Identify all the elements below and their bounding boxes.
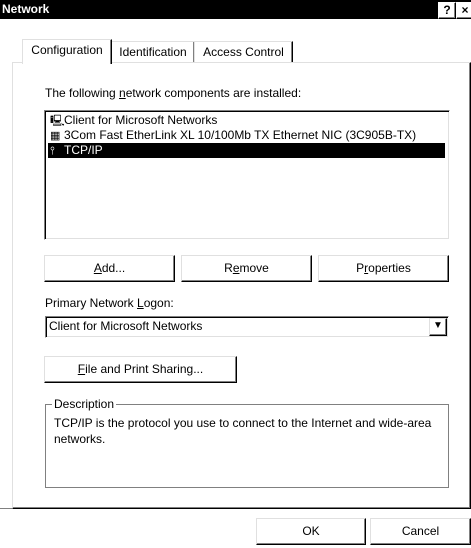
ok-button[interactable]: OK (256, 518, 366, 545)
tab-label: Configuration (31, 43, 103, 57)
help-icon: ? (443, 3, 451, 17)
network-dialog: Network ? × Configuration Identification… (0, 0, 471, 548)
list-item-selected[interactable]: ⫯ TCP/IP (48, 143, 445, 158)
primary-logon-value: Client for Microsoft Networks (49, 319, 203, 333)
properties-button[interactable]: Properties (318, 255, 449, 282)
tab-identification[interactable]: Identification (111, 41, 195, 63)
close-button[interactable]: × (456, 2, 471, 19)
components-label: The following network components are ins… (45, 86, 302, 100)
tab-label: Access Control (203, 45, 284, 59)
add-button[interactable]: Add... (44, 255, 175, 282)
file-print-sharing-button[interactable]: File and Print Sharing... (44, 356, 237, 383)
protocol-icon: ⫯ (50, 145, 55, 157)
window-title: Network (2, 2, 50, 16)
network-client-icon: 🖳 (50, 115, 65, 127)
chevron-down-icon: ▼ (433, 320, 443, 331)
cancel-button[interactable]: Cancel (370, 518, 471, 545)
list-item[interactable]: ▦ 3Com Fast EtherLink XL 10/100Mb TX Ethe… (48, 128, 416, 143)
help-button[interactable]: ? (438, 2, 456, 19)
remove-button[interactable]: Remove (181, 255, 312, 282)
tab-configuration[interactable]: Configuration (22, 39, 112, 64)
description-title: Description (52, 397, 117, 411)
tab-label: Identification (119, 45, 187, 59)
description-text: TCP/IP is the protocol you use to connec… (54, 416, 432, 446)
network-card-icon: ▦ (50, 130, 61, 142)
dropdown-arrow-button[interactable]: ▼ (429, 318, 447, 336)
network-components-list[interactable]: 🖳Client for Microsoft Networks ▦ 3Com Fas… (44, 110, 450, 240)
title-bar[interactable]: Network ? × (0, 0, 471, 19)
tab-access-control[interactable]: Access Control (194, 41, 293, 63)
list-item[interactable]: 🖳Client for Microsoft Networks (48, 113, 217, 128)
primary-logon-select[interactable]: Client for Microsoft Networks ▼ (45, 316, 449, 338)
primary-logon-label: Primary Network Logon: (45, 296, 174, 310)
close-icon: × (461, 3, 469, 17)
description-group: Description TCP/IP is the protocol you u… (45, 397, 449, 488)
